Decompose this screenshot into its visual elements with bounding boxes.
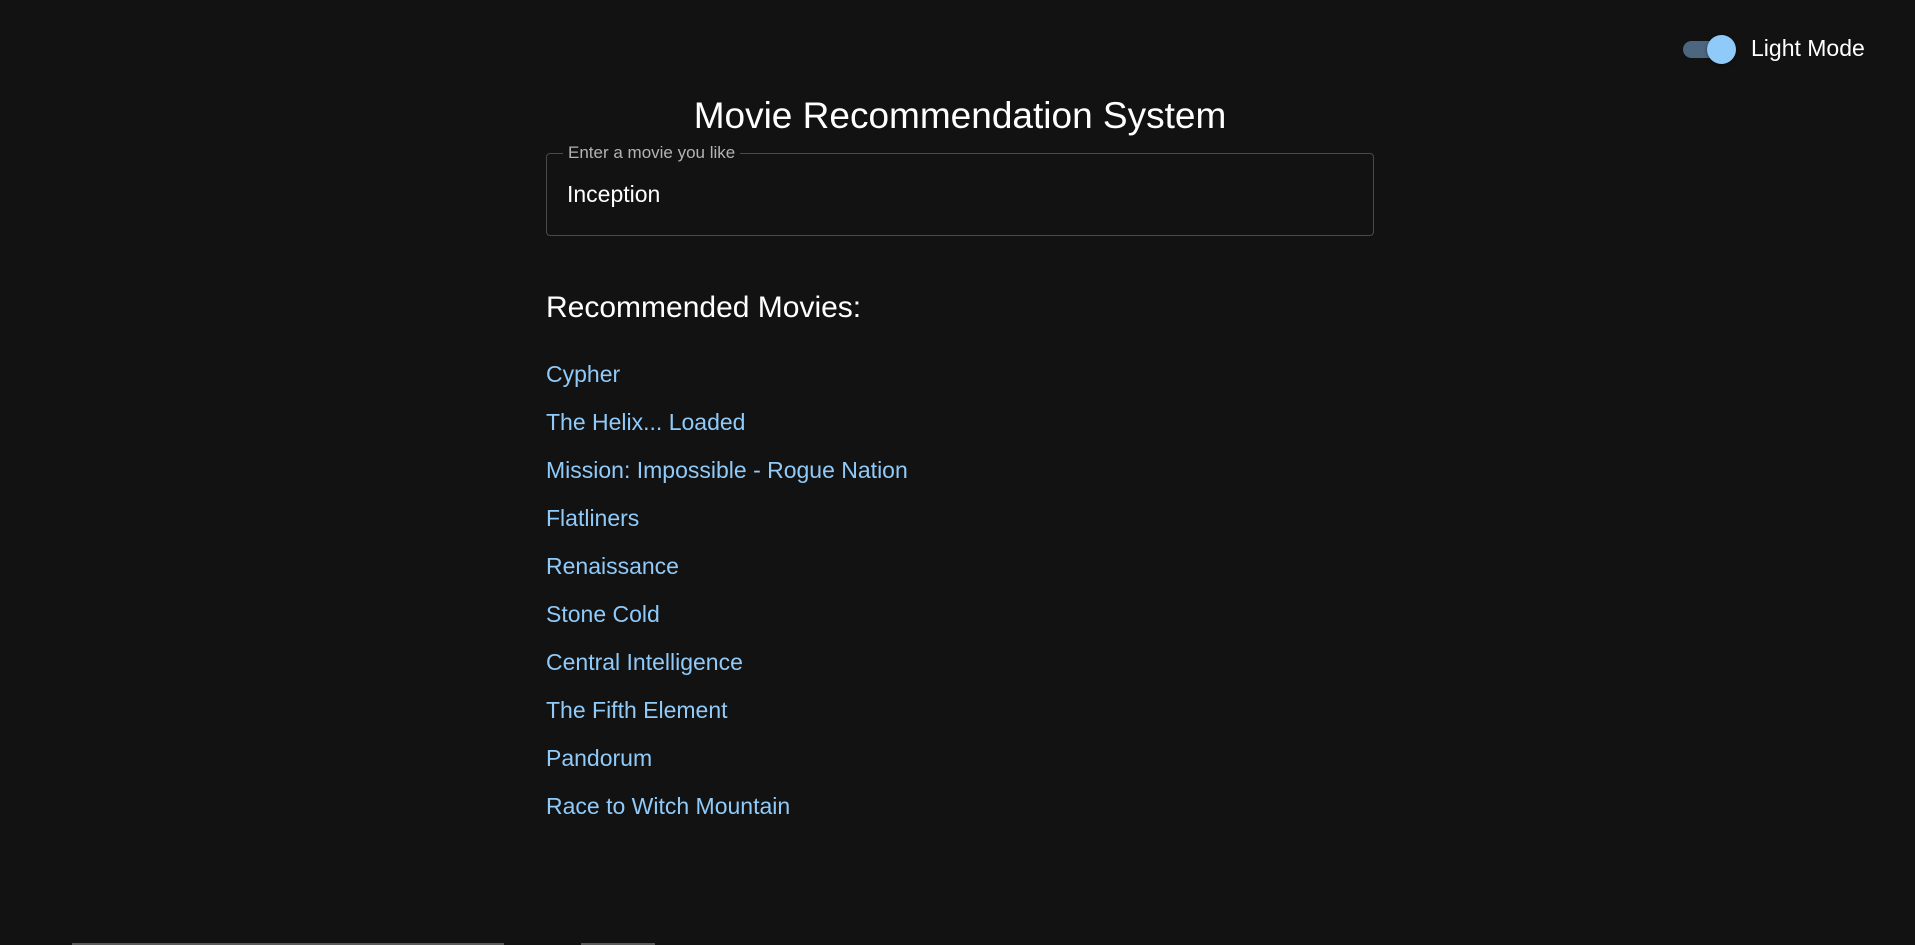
switch-thumb[interactable] (1707, 35, 1736, 64)
recommendation-list: Cypher The Helix... Loaded Mission: Impo… (546, 358, 908, 838)
search-field-label: Enter a movie you like (568, 143, 736, 162)
movie-link[interactable]: Stone Cold (546, 601, 660, 627)
list-item: Central Intelligence (546, 646, 908, 694)
list-item: The Helix... Loaded (546, 406, 908, 454)
list-item: Flatliners (546, 502, 908, 550)
list-item: Renaissance (546, 550, 908, 598)
movie-link[interactable]: The Helix... Loaded (546, 409, 745, 435)
movie-link[interactable]: Race to Witch Mountain (546, 793, 790, 819)
page-title: Movie Recommendation System (693, 95, 1227, 136)
list-item: Cypher (546, 358, 908, 406)
list-item: Stone Cold (546, 598, 908, 646)
movie-link[interactable]: Central Intelligence (546, 649, 743, 675)
page: Light Mode Movie Recommendation System E… (0, 0, 1915, 945)
theme-toggle-label: Light Mode (1751, 34, 1865, 61)
movie-link[interactable]: Flatliners (546, 505, 639, 531)
movie-link[interactable]: The Fifth Element (546, 697, 728, 723)
movie-link[interactable]: Pandorum (546, 745, 652, 771)
list-item: Race to Witch Mountain (546, 790, 908, 838)
movie-search-input[interactable] (567, 181, 1353, 208)
search-field[interactable]: Enter a movie you like (546, 143, 1374, 236)
theme-switch[interactable] (1681, 32, 1737, 64)
movie-link[interactable]: Renaissance (546, 553, 679, 579)
theme-toggle[interactable]: Light Mode (1681, 32, 1865, 64)
movie-link[interactable]: Cypher (546, 361, 620, 387)
movie-link[interactable]: Mission: Impossible - Rogue Nation (546, 457, 908, 483)
list-item: The Fifth Element (546, 694, 908, 742)
list-item: Pandorum (546, 742, 908, 790)
results-heading: Recommended Movies: (546, 291, 862, 324)
list-item: Mission: Impossible - Rogue Nation (546, 454, 908, 502)
